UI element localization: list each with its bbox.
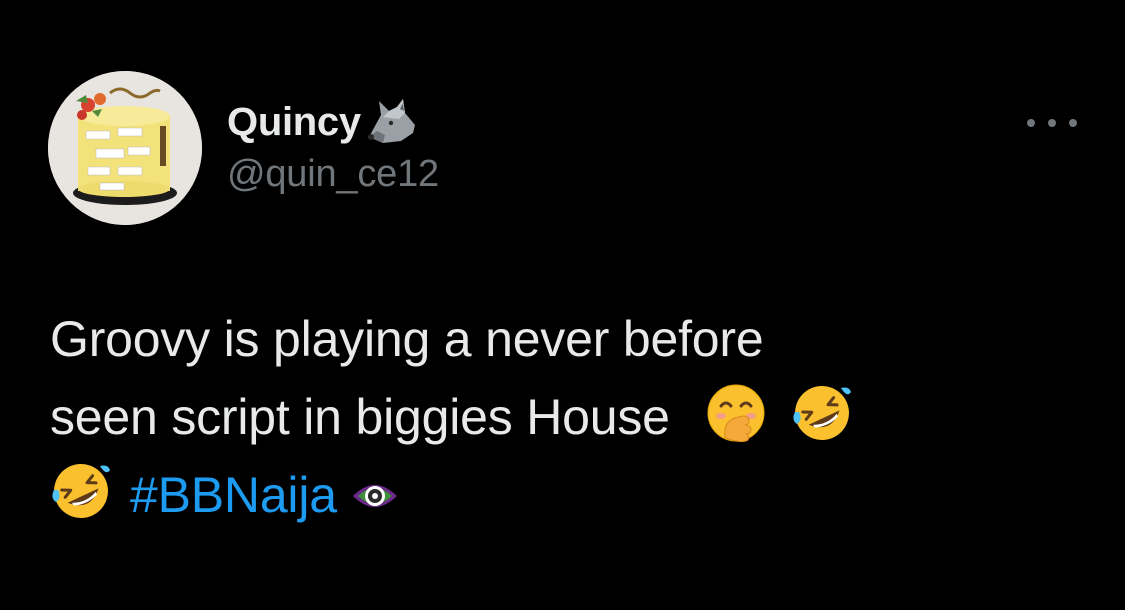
more-horizontal-icon (1027, 119, 1035, 127)
tweet-text-line-2-text: seen script in biggies House (50, 389, 670, 445)
cake-avatar-image (48, 71, 202, 225)
tweet-text-line-1: Groovy is playing a never before (50, 311, 764, 367)
tweet-card: Quincy @quin_ce12 Groovy is playing a ne… (0, 0, 1125, 610)
rolling-on-the-floor-laughing-icon (791, 382, 853, 444)
author-handle[interactable]: @quin_ce12 (227, 153, 439, 196)
tweet-text-line-2: seen script in biggies House (50, 378, 1090, 456)
face-with-hand-over-mouth-icon (705, 382, 767, 444)
more-options-button[interactable] (1027, 110, 1077, 136)
rolling-on-the-floor-laughing-icon (50, 460, 112, 522)
eye-icon (351, 460, 399, 507)
wolf-face-icon (363, 97, 421, 147)
tweet-text-line-3: #BBNaija (50, 456, 1090, 534)
avatar[interactable] (48, 71, 202, 225)
author-name-row[interactable]: Quincy (227, 96, 421, 148)
more-horizontal-icon (1069, 119, 1077, 127)
more-horizontal-icon (1048, 119, 1056, 127)
tweet-text: Groovy is playing a never before seen sc… (50, 300, 1090, 534)
hashtag-link[interactable]: #BBNaija (130, 467, 337, 523)
display-name[interactable]: Quincy (227, 100, 361, 145)
